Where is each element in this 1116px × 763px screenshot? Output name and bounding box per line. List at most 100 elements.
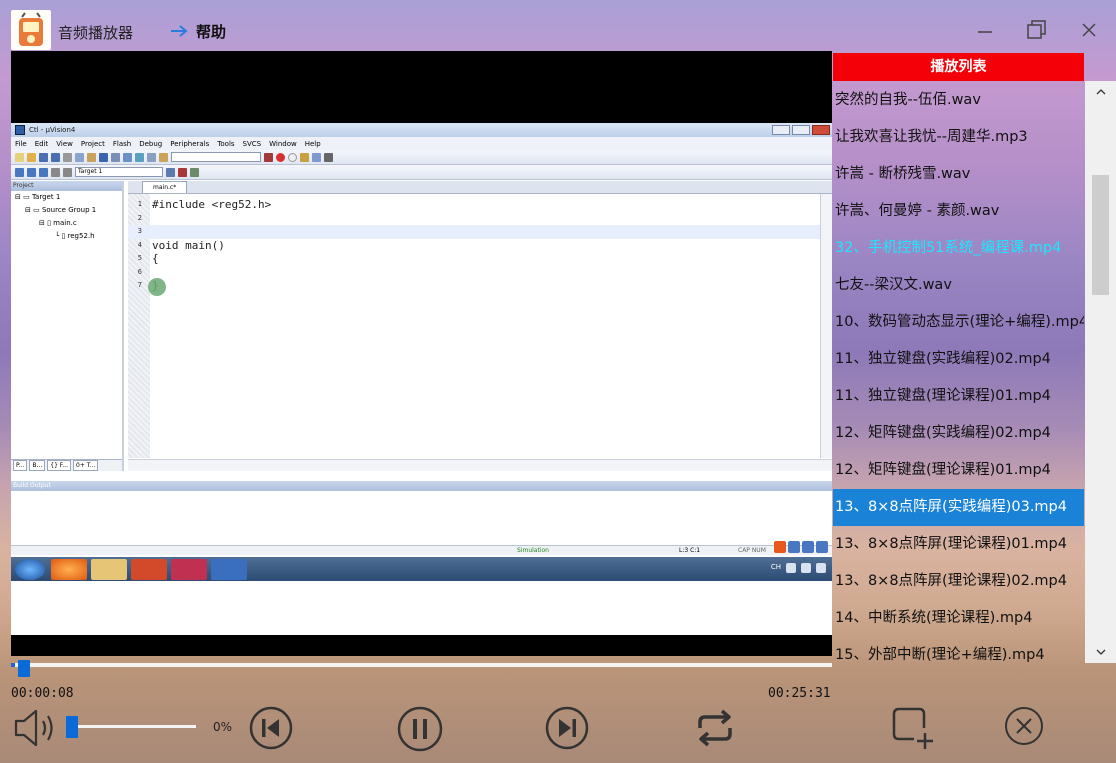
add-to-playlist-icon bbox=[892, 707, 933, 749]
playlist-item[interactable]: 11、独立键盘(实践编程)02.mp4 bbox=[833, 341, 1084, 378]
playlist-item[interactable]: 11、独立键盘(理论课程)01.mp4 bbox=[833, 378, 1084, 415]
uvision-project-panel: Project ⊟ ▭ Target 1 ⊟ ▭ Source Group 1 … bbox=[11, 181, 124, 471]
volume-track bbox=[66, 725, 196, 728]
new-file-icon bbox=[15, 152, 24, 162]
playlist-item[interactable]: 10、数码管动态显示(理论+编程).mp4 bbox=[833, 304, 1084, 341]
code-line: 6 bbox=[137, 267, 142, 276]
tree-node: ⊟ ▯ main.c bbox=[39, 219, 77, 227]
indent-icon bbox=[147, 152, 156, 162]
ime-toolbar bbox=[774, 541, 828, 553]
target-options-icon bbox=[166, 167, 175, 177]
close-button[interactable] bbox=[1072, 15, 1106, 45]
playlist-item[interactable]: 12、矩阵键盘(理论课程)01.mp4 bbox=[833, 452, 1084, 489]
video-display[interactable]: Ctl - µVision4 File Edit View Project Fl… bbox=[11, 51, 832, 656]
playlist-item[interactable]: 13、8×8点阵屏(实践编程)03.mp4 bbox=[833, 489, 1084, 526]
playlist-item[interactable]: 13、8×8点阵屏(理论课程)01.mp4 bbox=[833, 526, 1084, 563]
project-panel-title: Project bbox=[11, 181, 122, 191]
breakpoint-icon bbox=[276, 152, 285, 162]
uvision-status-bar: Simulation L:3 C:1 CAP NUM bbox=[11, 545, 832, 555]
tree-node: ⊟ ▭ Target 1 bbox=[15, 193, 61, 201]
wrench-icon bbox=[324, 152, 333, 162]
playlist-item[interactable]: 12、矩阵键盘(实践编程)02.mp4 bbox=[833, 415, 1084, 452]
code-line: 7} bbox=[137, 279, 159, 292]
sogou-ime-icon bbox=[774, 541, 786, 553]
uvision-workspace: Project ⊟ ▭ Target 1 ⊟ ▭ Source Group 1 … bbox=[11, 181, 832, 471]
close-icon bbox=[1082, 23, 1096, 37]
playlist-item[interactable]: 14、中断系统(理论课程).mp4 bbox=[833, 600, 1084, 637]
tray-ime-icon bbox=[786, 563, 796, 573]
help-menu[interactable]: 帮助 bbox=[170, 20, 226, 42]
mute-button[interactable] bbox=[12, 706, 58, 750]
bookmark-icon bbox=[123, 152, 132, 162]
cut-icon bbox=[63, 152, 72, 162]
volume-slider[interactable] bbox=[66, 716, 196, 738]
pause-icon bbox=[397, 706, 443, 752]
uvision-menu-item: Help bbox=[304, 139, 321, 148]
playlist-items[interactable]: 突然的自我--伍佰.wav 让我欢喜让我忧--周建华.mp3 许嵩 - 断桥残雪.w… bbox=[833, 82, 1084, 662]
panel-tab: {} F... bbox=[47, 460, 72, 471]
playlist-item[interactable]: 许嵩 - 断桥残雪.wav bbox=[833, 156, 1084, 193]
clear-button[interactable] bbox=[1004, 706, 1044, 746]
playlist-scroll-thumb[interactable] bbox=[1092, 175, 1109, 295]
code-line: 1 #include <reg52.h> bbox=[137, 198, 272, 211]
window-icon bbox=[312, 152, 321, 162]
playlist-scrollbar[interactable] bbox=[1085, 81, 1116, 663]
manage-components-icon bbox=[178, 167, 187, 177]
tree-node: └ ▯ reg52.h bbox=[55, 232, 95, 240]
playlist-item[interactable]: 突然的自我--伍佰.wav bbox=[833, 82, 1084, 119]
playlist-item[interactable]: 许嵩、何曼婷 - 素颜.wav bbox=[833, 193, 1084, 230]
playlist-item[interactable]: 七友--梁汉文.wav bbox=[833, 267, 1084, 304]
panel-tab: B... bbox=[29, 460, 46, 471]
code-line: 5{ bbox=[137, 252, 159, 265]
editor-tabbar: main.c* bbox=[128, 181, 832, 194]
code-line-current: 3 bbox=[128, 225, 820, 239]
playlist-item[interactable]: 32、手机控制51系统_编程课.mp4 bbox=[833, 230, 1084, 267]
restore-button[interactable] bbox=[1020, 15, 1054, 45]
playback-progress-slider[interactable] bbox=[11, 660, 832, 677]
build-icon bbox=[27, 167, 36, 177]
pause-button[interactable] bbox=[397, 706, 443, 752]
status-caps: CAP NUM bbox=[738, 547, 766, 554]
tray-lang: CH bbox=[770, 563, 781, 571]
next-button[interactable] bbox=[545, 706, 589, 750]
uvision-target-combo: Target 1 bbox=[75, 167, 163, 177]
progress-track bbox=[11, 663, 832, 667]
windows-taskbar: CH bbox=[11, 557, 832, 581]
open-folder-icon bbox=[27, 152, 36, 162]
previous-button[interactable] bbox=[249, 706, 293, 750]
project-tree: ⊟ ▭ Target 1 ⊟ ▭ Source Group 1 ⊟ ▯ main… bbox=[11, 191, 122, 243]
skip-previous-icon bbox=[249, 706, 293, 750]
redo-icon bbox=[111, 152, 120, 162]
arrow-right-icon bbox=[171, 25, 188, 37]
status-cursor-position: L:3 C:1 bbox=[679, 547, 701, 554]
tree-node: ⊟ ▭ Source Group 1 bbox=[25, 206, 97, 214]
scroll-up-icon[interactable] bbox=[1096, 87, 1106, 97]
progress-knob[interactable] bbox=[18, 660, 31, 677]
uvision-menu-item: Project bbox=[80, 139, 105, 148]
code-line: 4 void main() bbox=[137, 238, 225, 252]
uvision-logo-icon bbox=[15, 125, 25, 135]
debug-icon bbox=[264, 152, 273, 162]
save-icon bbox=[39, 152, 48, 162]
uvision-window-title: Ctl - µVision4 bbox=[29, 126, 76, 134]
uvision-menu-item: Flash bbox=[112, 139, 132, 148]
download-icon bbox=[63, 167, 72, 177]
playlist-item[interactable]: 15、外部中断(理论+编程).mp4 bbox=[833, 637, 1084, 662]
batch-build-icon bbox=[51, 167, 60, 177]
recorder-task-icon bbox=[171, 559, 207, 580]
scroll-down-icon[interactable] bbox=[1096, 647, 1106, 657]
editor-vertical-scrollbar bbox=[820, 194, 832, 458]
paste-icon bbox=[87, 152, 96, 162]
panel-tab: 0+ T... bbox=[73, 460, 99, 471]
system-tray: CH bbox=[771, 563, 826, 573]
repeat-button[interactable] bbox=[694, 708, 736, 748]
playlist-panel: 播放列表 突然的自我--伍佰.wav 让我欢喜让我忧--周建华.mp3 许嵩 - 断… bbox=[833, 51, 1116, 663]
playlist-item[interactable]: 让我欢喜让我忧--周建华.mp3 bbox=[833, 119, 1084, 156]
playlist-item[interactable]: 13、8×8点阵屏(理论课程)02.mp4 bbox=[833, 563, 1084, 600]
uvision-code-editor: main.c* 1 #include <reg52.h> 2 3 4 void ma… bbox=[128, 181, 832, 471]
minimize-button[interactable] bbox=[968, 15, 1002, 45]
add-to-playlist-button[interactable] bbox=[890, 706, 936, 752]
uvision-title-bar: Ctl - µVision4 bbox=[11, 123, 832, 137]
uvision-menu-item: View bbox=[56, 139, 73, 148]
volume-knob[interactable] bbox=[66, 716, 78, 738]
